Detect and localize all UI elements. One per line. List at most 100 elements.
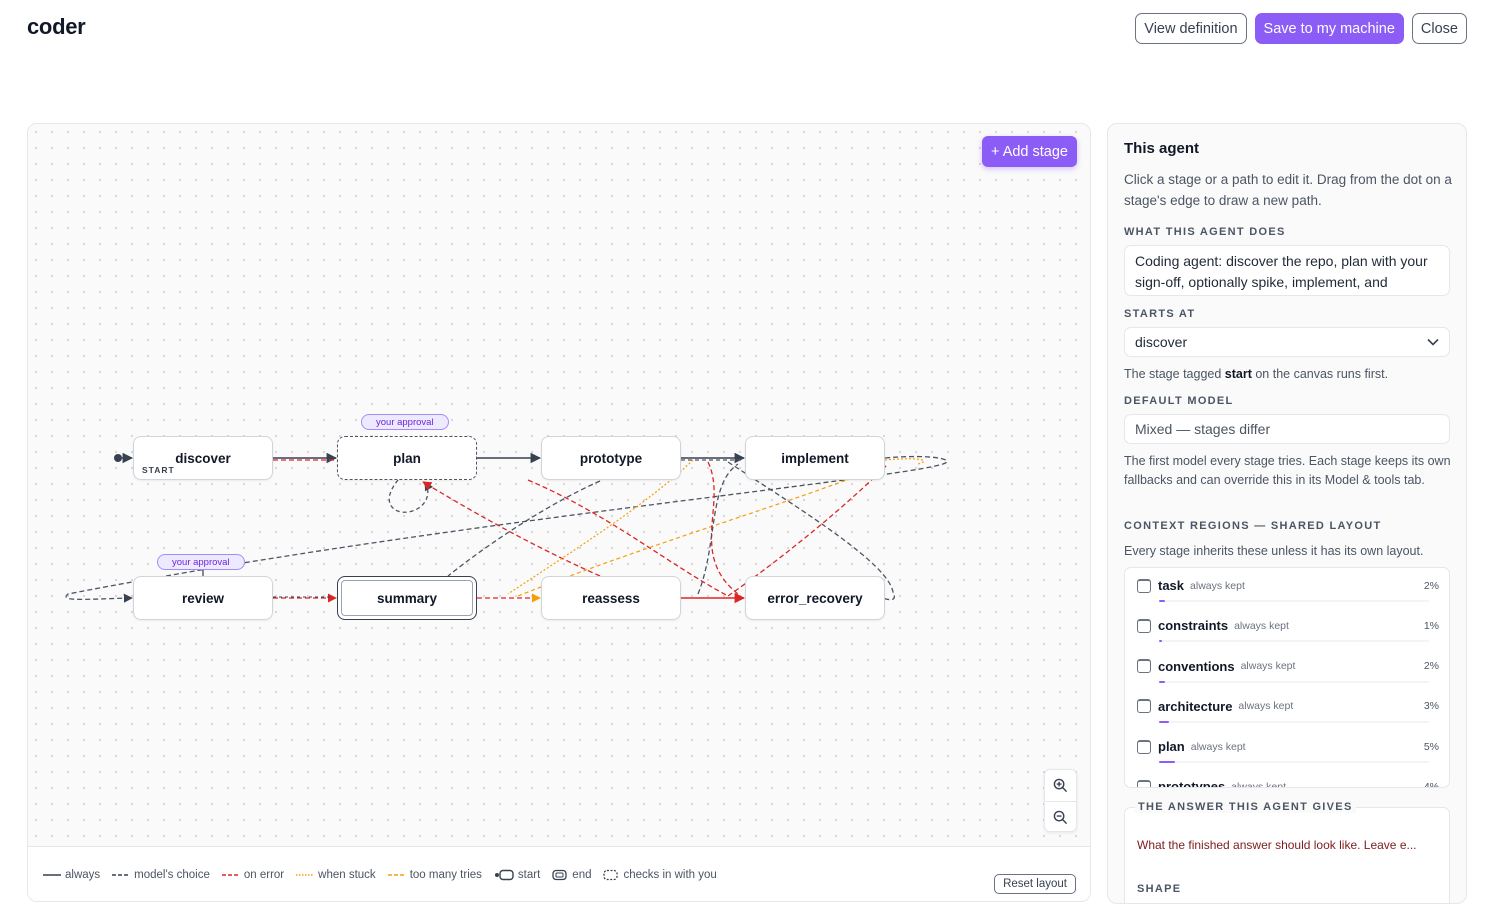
stage-prototype[interactable]: prototype — [541, 436, 681, 480]
stage-plan[interactable]: plan — [337, 436, 477, 480]
canvas-panel: your approval your approval discover STA… — [27, 123, 1091, 902]
region-bar-fill — [1159, 640, 1163, 643]
approval-node-icon — [603, 869, 619, 880]
approval-pill-plan: your approval — [361, 414, 449, 430]
region-icon — [1137, 699, 1151, 714]
region-row[interactable]: task always kept 2% — [1125, 568, 1449, 608]
stage-discover[interactable]: discover START — [133, 436, 273, 480]
edge-implement-loop-stuck[interactable] — [884, 458, 925, 465]
shape-label: SHAPE — [1137, 883, 1182, 895]
reset-layout-button[interactable]: Reset layout — [994, 874, 1076, 894]
region-bar-fill — [1159, 680, 1166, 683]
stage-error-recovery[interactable]: error_recovery — [745, 576, 885, 620]
legend-on-error: on error — [221, 869, 284, 881]
model-label: DEFAULT MODEL — [1124, 395, 1234, 407]
edge-legend: always model's choice on error when stuc… — [28, 846, 1090, 901]
region-pct: 3% — [1423, 700, 1439, 713]
edge-layer — [65, 452, 948, 604]
region-icon — [1137, 779, 1151, 787]
zoom-controls — [1044, 769, 1077, 832]
region-bar-fill — [1159, 761, 1175, 764]
stage-label: prototype — [579, 450, 643, 466]
edge-implement-reassess-stuck[interactable] — [507, 459, 694, 595]
zoom-out-icon — [1053, 810, 1068, 824]
answer-label: THE ANSWER THIS AGENT GIVES — [1135, 801, 1356, 813]
zoom-out-button[interactable] — [1045, 801, 1076, 832]
stage-label: reassess — [582, 590, 640, 606]
model-help: The first model every stage tries. Each … — [1124, 454, 1451, 487]
region-icon — [1137, 659, 1151, 674]
legend-when-stuck: when stuck — [296, 869, 376, 881]
region-kept: always kept — [1234, 619, 1289, 632]
region-name: task — [1158, 578, 1185, 593]
what-textarea[interactable]: Coding agent: discover the repo, plan wi… — [1124, 245, 1450, 296]
legend-models-choice: model's choice — [112, 869, 210, 881]
region-kept: always kept — [1238, 700, 1294, 713]
region-kept: always kept — [1240, 660, 1296, 673]
zoom-in-button[interactable] — [1045, 770, 1076, 801]
region-row[interactable]: conventions always kept 2% — [1125, 649, 1449, 689]
close-button[interactable]: Close — [1411, 13, 1467, 44]
stage-review[interactable]: review — [133, 576, 273, 620]
edge-plan-self-loop[interactable] — [388, 479, 434, 513]
answer-section: THE ANSWER THIS AGENT GIVES What the fin… — [1124, 801, 1450, 903]
stage-summary[interactable]: summary — [337, 576, 477, 620]
legend-start: start — [494, 869, 540, 881]
edge-reassess-plan-error[interactable] — [422, 481, 601, 577]
stage-label: discover — [175, 450, 231, 466]
graph-canvas[interactable]: your approval your approval discover STA… — [28, 124, 1090, 846]
panel-title: This agent — [1124, 140, 1200, 157]
region-kept: always kept — [1190, 579, 1245, 592]
regions-help: Every stage inherits these unless it has… — [1124, 544, 1424, 558]
region-icon — [1137, 739, 1151, 754]
starts-at-select[interactable]: discover — [1124, 327, 1450, 357]
amber-dashed-line-icon — [387, 873, 406, 876]
region-name: architecture — [1158, 698, 1233, 714]
chevron-down-icon — [1427, 338, 1439, 346]
end-node-icon — [552, 869, 567, 880]
default-model-field[interactable]: Mixed — stages differ — [1124, 414, 1450, 444]
app-title: coder — [27, 14, 86, 39]
region-bar — [1159, 761, 1429, 764]
region-name: conventions — [1158, 658, 1235, 674]
region-bar — [1159, 680, 1429, 683]
stage-label: summary — [376, 590, 438, 606]
region-row[interactable]: plan always kept 5% — [1125, 729, 1449, 769]
save-button[interactable]: Save to my machine — [1254, 13, 1404, 44]
solid-line-icon — [43, 873, 61, 876]
region-bar — [1159, 600, 1429, 602]
answer-field[interactable]: What the finished answer should look lik… — [1137, 838, 1417, 852]
region-bar — [1159, 720, 1429, 723]
stage-reassess[interactable]: reassess — [541, 576, 681, 620]
starts-at-value: discover — [1135, 334, 1188, 350]
region-pct: 1% — [1423, 619, 1439, 632]
region-row[interactable]: constraints always kept 1% — [1125, 608, 1449, 648]
top-actions: View definition Save to my machine Close — [1135, 13, 1467, 44]
stage-label: plan — [393, 450, 421, 466]
region-pct: 4% — [1423, 780, 1439, 788]
regions-label: CONTEXT REGIONS — SHARED LAYOUT — [1124, 520, 1382, 532]
region-bar-fill — [1159, 720, 1169, 723]
view-definition-button[interactable]: View definition — [1135, 13, 1247, 44]
region-icon — [1137, 578, 1151, 593]
region-bar — [1159, 640, 1429, 643]
what-label: WHAT THIS AGENT DOES — [1124, 226, 1286, 238]
stage-implement[interactable]: implement — [745, 436, 885, 480]
region-row[interactable]: architecture always kept 3% — [1125, 689, 1449, 729]
approval-pill-review: your approval — [157, 554, 245, 570]
start-dot[interactable] — [114, 454, 122, 462]
red-dashed-line-icon — [221, 873, 240, 876]
add-stage-button[interactable]: + Add stage — [982, 136, 1077, 167]
region-kept: always kept — [1231, 780, 1287, 788]
panel-description: Click a stage or a path to edit it. Drag… — [1124, 172, 1452, 208]
zoom-in-icon — [1053, 778, 1068, 793]
region-row[interactable]: prototypes always kept 4% — [1125, 769, 1449, 788]
start-tag: START — [142, 465, 175, 475]
region-bar-fill — [1159, 600, 1166, 602]
region-pct: 2% — [1423, 660, 1439, 673]
legend-checks-in: checks in with you — [603, 869, 717, 881]
region-pct: 5% — [1423, 740, 1439, 753]
dashed-line-icon — [112, 873, 131, 876]
region-pct: 2% — [1423, 579, 1439, 592]
context-regions-list[interactable]: task always kept 2% constraints always kept 1… — [1124, 567, 1450, 788]
